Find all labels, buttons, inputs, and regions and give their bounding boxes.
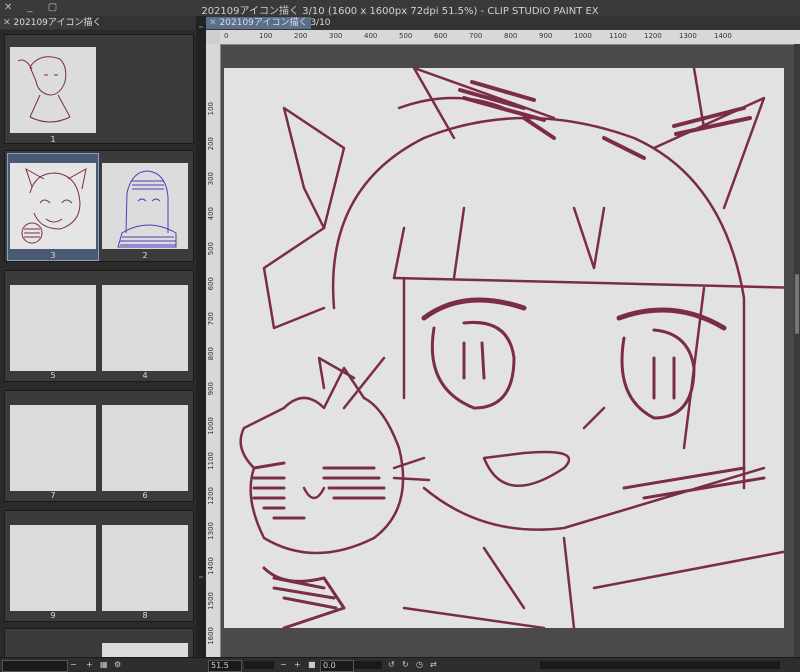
window-title: 202109アイコン描く 3/10 (1600 x 1600px 72dpi 5… — [201, 6, 599, 17]
tab-page-manager[interactable]: ✕ 202109アイコン描く — [0, 17, 101, 29]
ruler-tick-label: 1300 — [207, 522, 215, 540]
page-1-sketch — [17, 56, 71, 123]
canvas-tabbar: ✕ 202109アイコン描く 3/10 — [206, 16, 800, 30]
ruler-tick-label: 1100 — [609, 32, 627, 40]
page-thumb-3[interactable] — [10, 163, 96, 249]
tab-label: 202109アイコン描く 3/10 — [219, 18, 331, 28]
zoom-in-button[interactable]: + — [294, 660, 301, 670]
page-number: 6 — [142, 491, 148, 500]
divider-grip — [199, 576, 203, 578]
ruler-vertical[interactable]: 100 200 300 400 500 600 700 800 900 1000 1100 1200 1… — [206, 44, 221, 657]
reset-rotation-icon[interactable]: ◷ — [416, 660, 423, 670]
ruler-tick-label: 600 — [207, 277, 215, 291]
status-bar: − + ▦ ⚙ 51.5 − + ■ 0.0 ↺ ↻ ◷ ⇄ — [0, 657, 800, 672]
page-3-sketch — [21, 167, 87, 244]
scroll-thumb[interactable] — [795, 274, 799, 334]
page-2-sketch — [117, 170, 177, 248]
page-number: 3 — [50, 251, 56, 260]
ruler-tick-label: 900 — [539, 32, 553, 40]
page-number: 7 — [50, 491, 56, 500]
ruler-tick-label: 100 — [259, 32, 273, 40]
spread-3: 5 4 — [4, 270, 194, 382]
tab-canvas[interactable]: ✕ 202109アイコン描く 3/10 — [206, 17, 331, 29]
ruler-tick-label: 500 — [207, 242, 215, 256]
canvas-vertical-scrollbar[interactable] — [794, 44, 800, 657]
page-number: 1 — [50, 135, 56, 144]
ruler-tick-label: 1000 — [574, 32, 592, 40]
rotation-field[interactable]: 0.0 — [320, 660, 354, 672]
ruler-tick-label: 1100 — [207, 452, 215, 470]
sketch-artwork — [239, 66, 800, 630]
rotation-slider[interactable] — [354, 661, 382, 669]
ruler-horizontal[interactable]: 0 100 200 300 400 500 600 700 800 900 1000 1100 1200… — [220, 30, 800, 45]
tab-label: 202109アイコン描く — [13, 18, 102, 28]
spread-6 — [4, 628, 194, 657]
spread-4: 7 6 — [4, 390, 194, 502]
grid-view-icon[interactable]: ▦ — [100, 660, 108, 670]
page-number: 9 — [50, 611, 56, 620]
zoom-out-button[interactable]: − — [280, 660, 287, 670]
ruler-tick-label: 1500 — [207, 592, 215, 610]
ruler-tick-label: 300 — [329, 32, 343, 40]
ruler-tick-label: 0 — [224, 32, 229, 40]
panel-divider[interactable] — [196, 16, 206, 657]
ruler-corner — [206, 30, 220, 44]
ruler-tick-label: 300 — [207, 172, 215, 186]
ruler-tick-label: 100 — [207, 102, 215, 116]
rotate-right-icon[interactable]: ↻ — [402, 660, 409, 670]
ruler-tick-label: 1400 — [714, 32, 732, 40]
ruler-tick-label: 1200 — [644, 32, 662, 40]
page-thumb-10[interactable] — [102, 643, 188, 657]
ruler-tick-label: 1600 — [207, 627, 215, 645]
canvas-paper[interactable] — [224, 66, 800, 630]
page-thumb-6[interactable] — [102, 405, 188, 491]
spread-1: 1 — [4, 34, 194, 144]
settings-icon[interactable]: ⚙ — [114, 660, 121, 670]
zoom-in-button[interactable]: + — [86, 660, 93, 670]
page-thumb-9[interactable] — [10, 525, 96, 611]
page-number: 2 — [142, 251, 148, 260]
flip-icon[interactable]: ⇄ — [430, 660, 437, 670]
canvas-horizontal-scrollbar[interactable] — [540, 661, 780, 669]
title-bar: ✕ _ ▢ 202109アイコン描く 3/10 (1600 x 1600px 7… — [0, 0, 800, 17]
zoom-out-button[interactable]: − — [70, 660, 77, 670]
ruler-tick-label: 700 — [207, 312, 215, 326]
rotate-left-icon[interactable]: ↺ — [388, 660, 395, 670]
ruler-tick-label: 800 — [504, 32, 518, 40]
page-number: 5 — [50, 371, 56, 380]
page-thumb-7[interactable] — [10, 405, 96, 491]
ruler-tick-label: 500 — [399, 32, 413, 40]
ruler-tick-label: 700 — [469, 32, 483, 40]
ruler-tick-label: 600 — [434, 32, 448, 40]
zoom-slider[interactable] — [244, 661, 274, 669]
ruler-tick-label: 1300 — [679, 32, 697, 40]
zoom-field[interactable]: 51.5 — [208, 660, 242, 672]
page-manager-panel: 1 3 2 5 4 7 6 9 8 — [0, 30, 196, 657]
ruler-tick-label: 1200 — [207, 487, 215, 505]
page-thumb-4[interactable] — [102, 285, 188, 371]
page-number: 8 — [142, 611, 148, 620]
ruler-tick-label: 200 — [207, 137, 215, 151]
ruler-tick-label: 800 — [207, 347, 215, 361]
spread-2: 3 2 — [4, 150, 194, 262]
page-thumb-2[interactable] — [102, 163, 188, 249]
close-icon[interactable]: ✕ — [3, 18, 11, 28]
page-manager-tabbar: ✕ 202109アイコン描く — [0, 16, 196, 30]
spread-5: 9 8 — [4, 510, 194, 622]
fit-icon[interactable]: ■ — [308, 660, 316, 670]
divider-grip — [199, 26, 203, 28]
ruler-tick-label: 200 — [294, 32, 308, 40]
ruler-tick-label: 900 — [207, 382, 215, 396]
ruler-tick-label: 1000 — [207, 417, 215, 435]
page-thumb-1[interactable] — [10, 47, 96, 133]
page-thumb-8[interactable] — [102, 525, 188, 611]
ruler-tick-label: 400 — [207, 207, 215, 221]
close-icon[interactable]: ✕ — [209, 18, 217, 28]
ruler-tick-label: 400 — [364, 32, 378, 40]
ruler-tick-label: 1400 — [207, 557, 215, 575]
page-thumb-5[interactable] — [10, 285, 96, 371]
page-number: 4 — [142, 371, 148, 380]
canvas-area[interactable]: 0 100 200 300 400 500 600 700 800 900 1000 1100 1200… — [206, 30, 800, 657]
page-manager-zoom-field[interactable] — [2, 660, 68, 672]
